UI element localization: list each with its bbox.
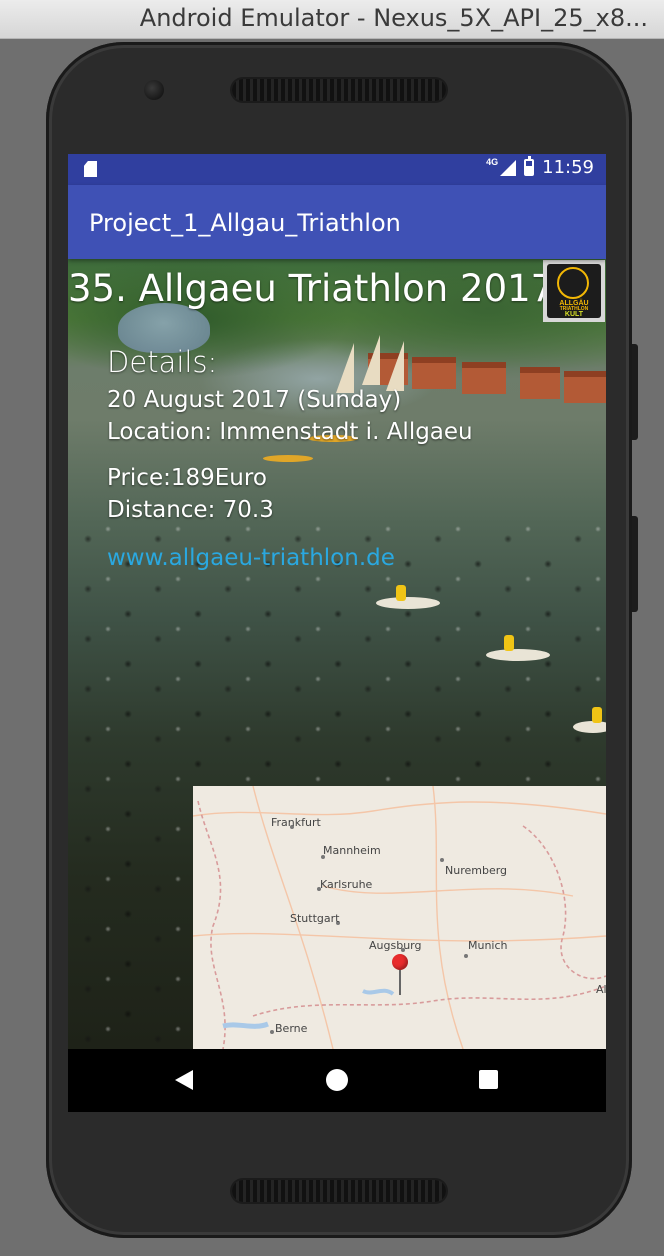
map-city-karlsruhe: Karlsruhe	[320, 878, 373, 891]
photo-boathouse	[412, 357, 456, 389]
event-distance: Distance: 70.3	[107, 497, 274, 523]
event-price: Price:189Euro	[107, 465, 267, 491]
photo-sailboat	[336, 343, 354, 393]
map-roads-borders	[193, 786, 606, 1049]
event-content: 35. Allgaeu Triathlon 2017 ALLGÄU TRIATH…	[68, 259, 606, 1049]
status-bar: 4G 11:59	[68, 154, 606, 185]
logo-text-line3: KULT	[564, 311, 584, 318]
power-button[interactable]	[632, 516, 638, 612]
front-camera	[144, 80, 164, 100]
volume-button[interactable]	[632, 344, 638, 440]
map-city-dot	[464, 954, 468, 958]
map-city-dot	[440, 858, 444, 862]
device-screen: 4G 11:59 Project_1_Allgau_Triathlon 35. …	[68, 154, 606, 1112]
map-city-berne: Berne	[275, 1022, 308, 1035]
bottom-speaker-grille	[232, 1180, 446, 1202]
emulator-window-title: Android Emulator - Nexus_5X_API_25_x8...	[139, 4, 648, 32]
back-icon[interactable]	[175, 1070, 193, 1090]
location-marker-icon[interactable]	[392, 954, 408, 970]
photo-boathouse	[462, 362, 506, 394]
photo-paddleboard	[573, 721, 606, 733]
photo-paddleboard	[486, 649, 550, 661]
event-website-link[interactable]: www.allgaeu-triathlon.de	[107, 545, 395, 571]
photo-boathouse	[564, 371, 606, 403]
photo-paddleboard	[376, 597, 440, 609]
photo-sailboat	[386, 341, 404, 391]
map-city-augsburg: Augsburg	[369, 939, 422, 952]
recents-icon[interactable]	[479, 1070, 498, 1089]
photo-paddler	[592, 707, 602, 723]
emulator-window-titlebar: Android Emulator - Nexus_5X_API_25_x8...	[0, 0, 664, 39]
map-city-nuremberg: Nuremberg	[445, 864, 508, 877]
network-type-label: 4G	[486, 156, 499, 167]
home-icon[interactable]	[326, 1069, 348, 1091]
photo-paddler	[396, 585, 406, 601]
photo-kayak	[263, 455, 313, 462]
event-title: 35. Allgaeu Triathlon 2017	[68, 267, 555, 310]
map-city-dot	[270, 1030, 274, 1034]
map-city-mannheim: Mannheim	[323, 844, 381, 857]
photo-sailboat	[362, 335, 380, 385]
event-location: Location: Immenstadt i. Allgaeu	[107, 419, 473, 445]
signal-icon	[500, 159, 517, 176]
status-clock: 11:59	[542, 157, 594, 178]
map-city-partial: Al	[596, 983, 606, 996]
map-city-frankfurt: Frankfurt	[271, 816, 321, 829]
sd-card-icon	[84, 161, 97, 177]
navigation-bar	[68, 1049, 606, 1112]
location-map[interactable]: Frankfurt Mannheim Nuremberg Karlsruhe S…	[193, 786, 606, 1049]
battery-icon	[524, 156, 535, 176]
details-heading: Details:	[107, 345, 218, 379]
app-bar: Project_1_Allgau_Triathlon	[68, 185, 606, 259]
photo-boathouse	[520, 367, 560, 399]
photo-paddler	[504, 635, 514, 651]
status-indicators: 4G 11:59	[486, 156, 594, 178]
map-city-munich: Munich	[468, 939, 508, 952]
map-marker-stem	[399, 969, 401, 995]
event-date: 20 August 2017 (Sunday)	[107, 387, 402, 413]
top-speaker-grille	[232, 79, 446, 101]
logo-emblem: ALLGÄU TRIATHLON KULT	[547, 264, 601, 318]
app-title: Project_1_Allgau_Triathlon	[89, 209, 401, 237]
map-city-stuttgart: Stuttgart	[290, 912, 340, 925]
triathlon-logo: ALLGÄU TRIATHLON KULT	[543, 260, 605, 322]
logo-hand-icon	[557, 267, 589, 299]
